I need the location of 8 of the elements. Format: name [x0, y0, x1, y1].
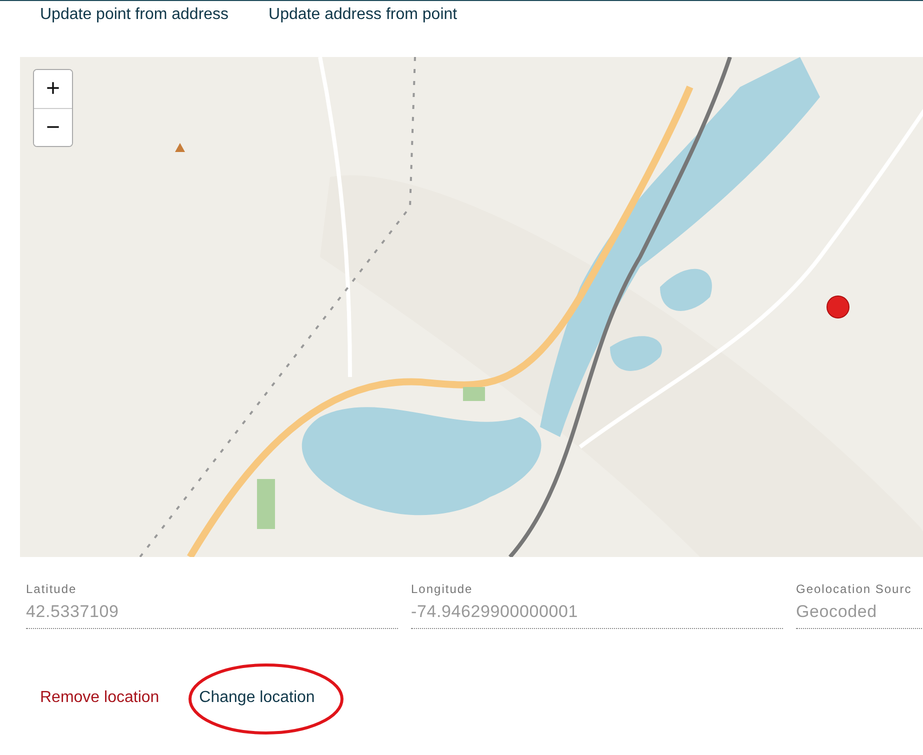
field-label: Longitude — [411, 582, 473, 596]
toolbar-link[interactable]: Update address from point — [268, 4, 458, 26]
field-label: Latitude — [26, 582, 77, 596]
map-marker-icon[interactable] — [826, 295, 850, 319]
zoom-out-button[interactable]: − — [34, 108, 72, 146]
field-label: Geolocation Sourc — [796, 582, 912, 596]
toolbar-link[interactable]: Update point from address — [40, 4, 229, 26]
remove-link[interactable]: Remove location — [40, 687, 160, 709]
